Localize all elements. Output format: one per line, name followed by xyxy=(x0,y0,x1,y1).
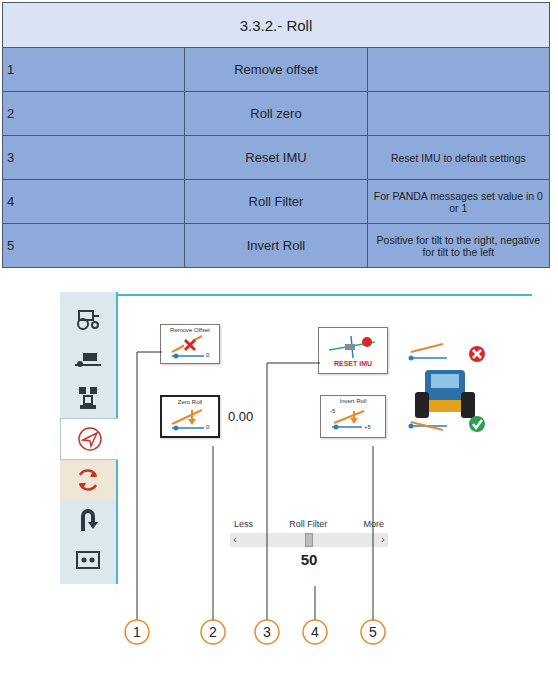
sidebar-item[interactable] xyxy=(60,460,116,500)
sidebar-icon xyxy=(73,547,103,573)
slider-labels: Less Roll Filter More xyxy=(230,519,388,529)
sidebar-item[interactable] xyxy=(60,378,116,418)
manual-page: 3.3.2.- Roll1Remove offset2Roll zero3Res… xyxy=(0,0,558,673)
row-number: 1 xyxy=(3,48,185,92)
table-row: 4Roll FilterFor PANDA messages set value… xyxy=(3,180,550,224)
sidebar-icon xyxy=(73,385,103,411)
callout-circle xyxy=(361,620,385,644)
table-header-row: 3.3.2.- Roll xyxy=(3,3,550,48)
zero-roll-icon: 0 xyxy=(168,406,212,432)
roll-filter-value: 50 xyxy=(230,551,388,568)
callout-circle xyxy=(303,620,327,644)
slider-thumb[interactable] xyxy=(305,533,313,547)
row-number: 5 xyxy=(3,224,185,268)
table-row: 5Invert RollPositive for tilt to the rig… xyxy=(3,224,550,268)
row-description: Reset IMU to default settings xyxy=(367,136,549,180)
tractor-roll-icon xyxy=(403,342,488,434)
row-description: Positive for tilt to the right, negative… xyxy=(367,224,549,268)
callout-circle xyxy=(255,620,279,644)
row-name: Roll zero xyxy=(185,92,367,136)
row-number: 2 xyxy=(3,92,185,136)
sidebar-icon xyxy=(73,305,103,331)
row-name: Reset IMU xyxy=(185,136,367,180)
callout-number: 5 xyxy=(369,624,377,640)
roll-filter-label: Roll Filter xyxy=(289,519,327,529)
sidebar-item[interactable] xyxy=(60,500,116,540)
roll-settings-panel: Remove Offset 0 RESET IMU Zero Roll 0 0.… xyxy=(118,294,532,584)
imu-icon xyxy=(323,334,383,360)
row-name: Remove offset xyxy=(185,48,367,92)
button-label: Zero Roll xyxy=(178,399,202,405)
slider-left-arrow[interactable]: ‹ xyxy=(230,533,240,547)
reset-imu-label: RESET IMU xyxy=(334,360,372,367)
remove-offset-button[interactable]: Remove Offset 0 xyxy=(160,324,220,364)
row-description xyxy=(367,48,549,92)
sidebar xyxy=(60,292,118,584)
sidebar-item[interactable] xyxy=(60,540,116,580)
callout-overlay: 12345 xyxy=(0,0,558,673)
less-label: Less xyxy=(234,519,253,529)
table-row: 1Remove offset xyxy=(3,48,550,92)
zero-roll-button[interactable]: Zero Roll 0 xyxy=(160,395,220,438)
row-description: For PANDA messages set value in 0 or 1 xyxy=(367,180,549,224)
callout-number: 3 xyxy=(263,624,271,640)
roll-value: 0.00 xyxy=(220,409,318,424)
button-label: Remove Offset xyxy=(170,327,210,333)
callout-line xyxy=(137,352,162,620)
row-description xyxy=(367,92,549,136)
slider-rail[interactable] xyxy=(240,533,378,547)
callout-number: 1 xyxy=(133,624,141,640)
row-name: Invert Roll xyxy=(185,224,367,268)
callout-line xyxy=(373,446,374,620)
sidebar-icon xyxy=(73,467,103,493)
svg-text:+5: +5 xyxy=(364,424,372,430)
invert-roll-button[interactable]: Invert Roll -5 +5 xyxy=(320,395,386,438)
row-number: 3 xyxy=(3,136,185,180)
callout-line xyxy=(267,363,320,620)
row-name: Roll Filter xyxy=(185,180,367,224)
callout-number: 4 xyxy=(311,624,319,640)
sidebar-item[interactable] xyxy=(60,338,116,378)
sidebar-icon xyxy=(73,507,103,533)
callout-line xyxy=(315,586,316,620)
reset-imu-button[interactable]: RESET IMU xyxy=(318,327,388,374)
table-row: 3Reset IMUReset IMU to default settings xyxy=(3,136,550,180)
roll-filter-slider: Less Roll Filter More ‹ › 50 xyxy=(230,519,388,568)
invert-roll-icon: -5 +5 xyxy=(328,405,378,431)
app-screenshot: Remove Offset 0 RESET IMU Zero Roll 0 0.… xyxy=(60,292,532,584)
slider-track[interactable]: ‹ › xyxy=(230,533,388,547)
svg-text:-5: -5 xyxy=(330,408,336,414)
sidebar-item[interactable] xyxy=(60,418,118,460)
remove-offset-icon: 0 xyxy=(168,334,212,360)
roll-table: 3.3.2.- Roll1Remove offset2Roll zero3Res… xyxy=(2,2,550,268)
svg-text:0: 0 xyxy=(206,424,210,430)
sidebar-icon xyxy=(75,426,105,452)
callout-circle xyxy=(125,620,149,644)
table-row: 2Roll zero xyxy=(3,92,550,136)
sidebar-icon xyxy=(73,345,103,371)
roll-direction-indicator xyxy=(403,342,488,438)
button-label: Invert Roll xyxy=(339,398,366,404)
section-title: 3.3.2.- Roll xyxy=(3,3,550,48)
svg-text:0: 0 xyxy=(206,352,210,358)
callout-circle xyxy=(201,620,225,644)
callout-line xyxy=(213,446,214,620)
slider-right-arrow[interactable]: › xyxy=(378,533,388,547)
sidebar-item[interactable] xyxy=(60,298,116,338)
more-label: More xyxy=(363,519,384,529)
callout-number: 2 xyxy=(209,624,217,640)
row-number: 4 xyxy=(3,180,185,224)
